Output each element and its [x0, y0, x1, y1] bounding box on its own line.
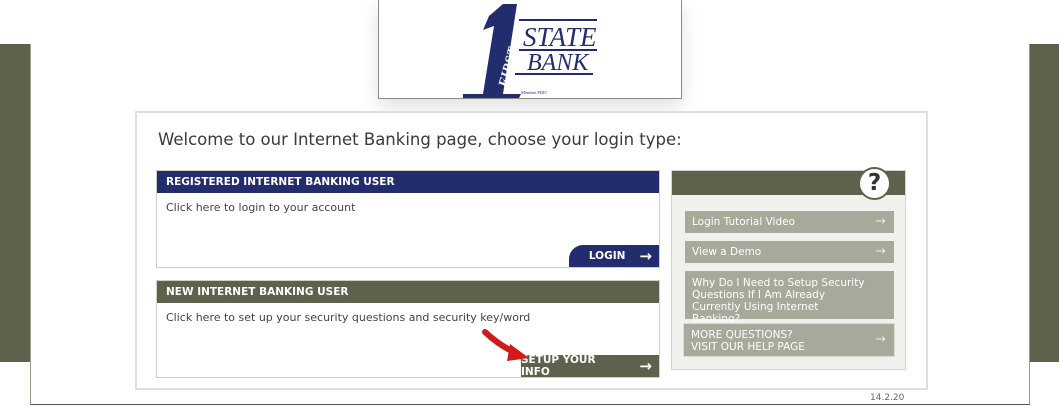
new-user-description[interactable]: Click here to set up your security quest… [166, 311, 530, 324]
registered-user-description[interactable]: Click here to login to your account [166, 201, 355, 214]
arrow-right-icon: → [639, 356, 652, 375]
help-item-more-questions[interactable]: MORE QUESTIONS? VISIT OUR HELP PAGE → [683, 323, 895, 357]
setup-your-info-button[interactable]: SETUP YOUR INFO → [521, 354, 659, 378]
red-pointer-arrow-icon [482, 329, 529, 361]
help-item-label: MORE QUESTIONS? VISIT OUR HELP PAGE [691, 329, 805, 353]
left-side-band [0, 44, 30, 362]
help-item-view-a-demo[interactable]: View a Demo → [685, 241, 894, 263]
right-side-band [1030, 44, 1059, 362]
arrow-right-icon: → [639, 246, 652, 265]
question-mark-icon: ? [858, 167, 891, 200]
help-item-why-security-questions[interactable]: Why Do I Need to Setup Security Question… [685, 271, 894, 325]
logo-member-fdic: Member FDIC [521, 90, 548, 95]
help-item-label: Why Do I Need to Setup Security Question… [692, 277, 865, 325]
arrow-right-icon: → [875, 332, 886, 347]
version-number: 14.2.20 [870, 393, 905, 403]
login-button-label: LOGIN [588, 250, 626, 262]
arrow-right-icon: → [875, 244, 886, 259]
bank-logo-box: FIRST STATE BANK Member FDIC [378, 0, 682, 99]
login-button[interactable]: LOGIN → [569, 245, 659, 267]
welcome-heading: Welcome to our Internet Banking page, ch… [158, 130, 682, 149]
help-item-label: Login Tutorial Video [692, 216, 796, 228]
help-panel: ? Login Tutorial Video → View a Demo → W… [671, 167, 906, 370]
help-item-login-tutorial-video[interactable]: Login Tutorial Video → [685, 211, 894, 233]
first-state-bank-logo: FIRST STATE BANK Member FDIC [463, 4, 597, 98]
new-user-card[interactable]: NEW INTERNET BANKING USER Click here to … [156, 280, 660, 378]
logo-base-bar [463, 94, 521, 98]
help-item-label: View a Demo [692, 246, 762, 258]
registered-user-title: REGISTERED INTERNET BANKING USER [157, 171, 659, 193]
logo-word-bank: BANK [527, 50, 590, 76]
arrow-right-icon: → [875, 214, 886, 229]
setup-button-label: SETUP YOUR INFO [521, 354, 596, 378]
registered-user-card[interactable]: REGISTERED INTERNET BANKING USER Click h… [156, 170, 660, 268]
logo-word-state: STATE [523, 22, 597, 52]
new-user-title: NEW INTERNET BANKING USER [157, 281, 659, 303]
